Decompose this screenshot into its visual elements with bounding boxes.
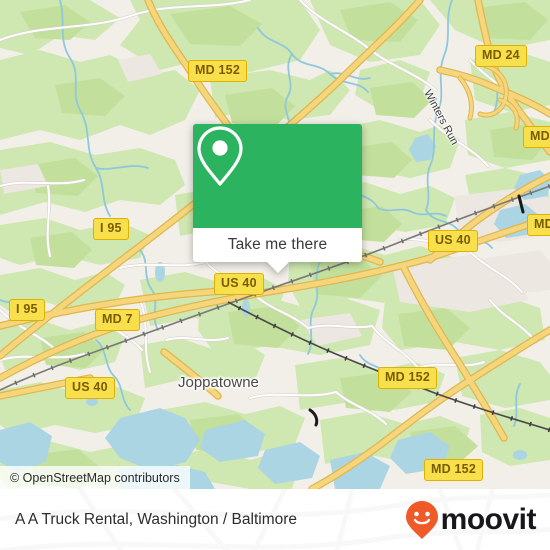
osm-attribution[interactable]: © OpenStreetMap contributors: [0, 466, 190, 489]
map-canvas[interactable]: MD 152 MD 24 MD I 95 US 40 MD US 40 I 95…: [0, 0, 550, 489]
road-shield-us-40-west[interactable]: US 40: [65, 377, 115, 399]
road-shield-i-95-north[interactable]: I 95: [93, 218, 129, 240]
place-label-joppatowne: Joppatowne: [178, 374, 259, 391]
moovit-logo[interactable]: moovit: [405, 500, 537, 540]
map-screenshot: MD 152 MD 24 MD I 95 US 40 MD US 40 I 95…: [0, 0, 550, 550]
place-title: A A Truck Rental, Washington / Baltimore: [15, 510, 298, 528]
road-shield-md-east-top[interactable]: MD: [523, 126, 550, 148]
road-shield-md-east-mid[interactable]: MD: [527, 214, 550, 236]
footer-bar: A A Truck Rental, Washington / Baltimore…: [0, 489, 550, 550]
road-shield-md-7[interactable]: MD 7: [95, 309, 140, 331]
take-me-there-button[interactable]: Take me there: [193, 228, 362, 262]
moovit-pin-icon: [405, 500, 438, 539]
osm-attribution-text: © OpenStreetMap contributors: [10, 470, 180, 485]
road-shield-md-152-mid[interactable]: MD 152: [378, 367, 437, 389]
road-shield-md-152-north[interactable]: MD 152: [188, 60, 247, 82]
map-pin-icon: [197, 126, 243, 186]
road-shield-us-40-center[interactable]: US 40: [214, 273, 264, 295]
destination-popup-card[interactable]: Take me there: [193, 124, 362, 273]
road-shield-us-40-east[interactable]: US 40: [428, 230, 478, 252]
road-shield-md-24[interactable]: MD 24: [475, 45, 527, 67]
popup-icon-area: [193, 124, 362, 228]
take-me-there-label: Take me there: [227, 236, 328, 253]
moovit-logo-text: moovit: [440, 502, 537, 536]
road-shield-md-152-south[interactable]: MD 152: [424, 459, 483, 481]
road-shield-i-95-south[interactable]: I 95: [9, 299, 45, 321]
popup-pointer: [266, 262, 289, 273]
